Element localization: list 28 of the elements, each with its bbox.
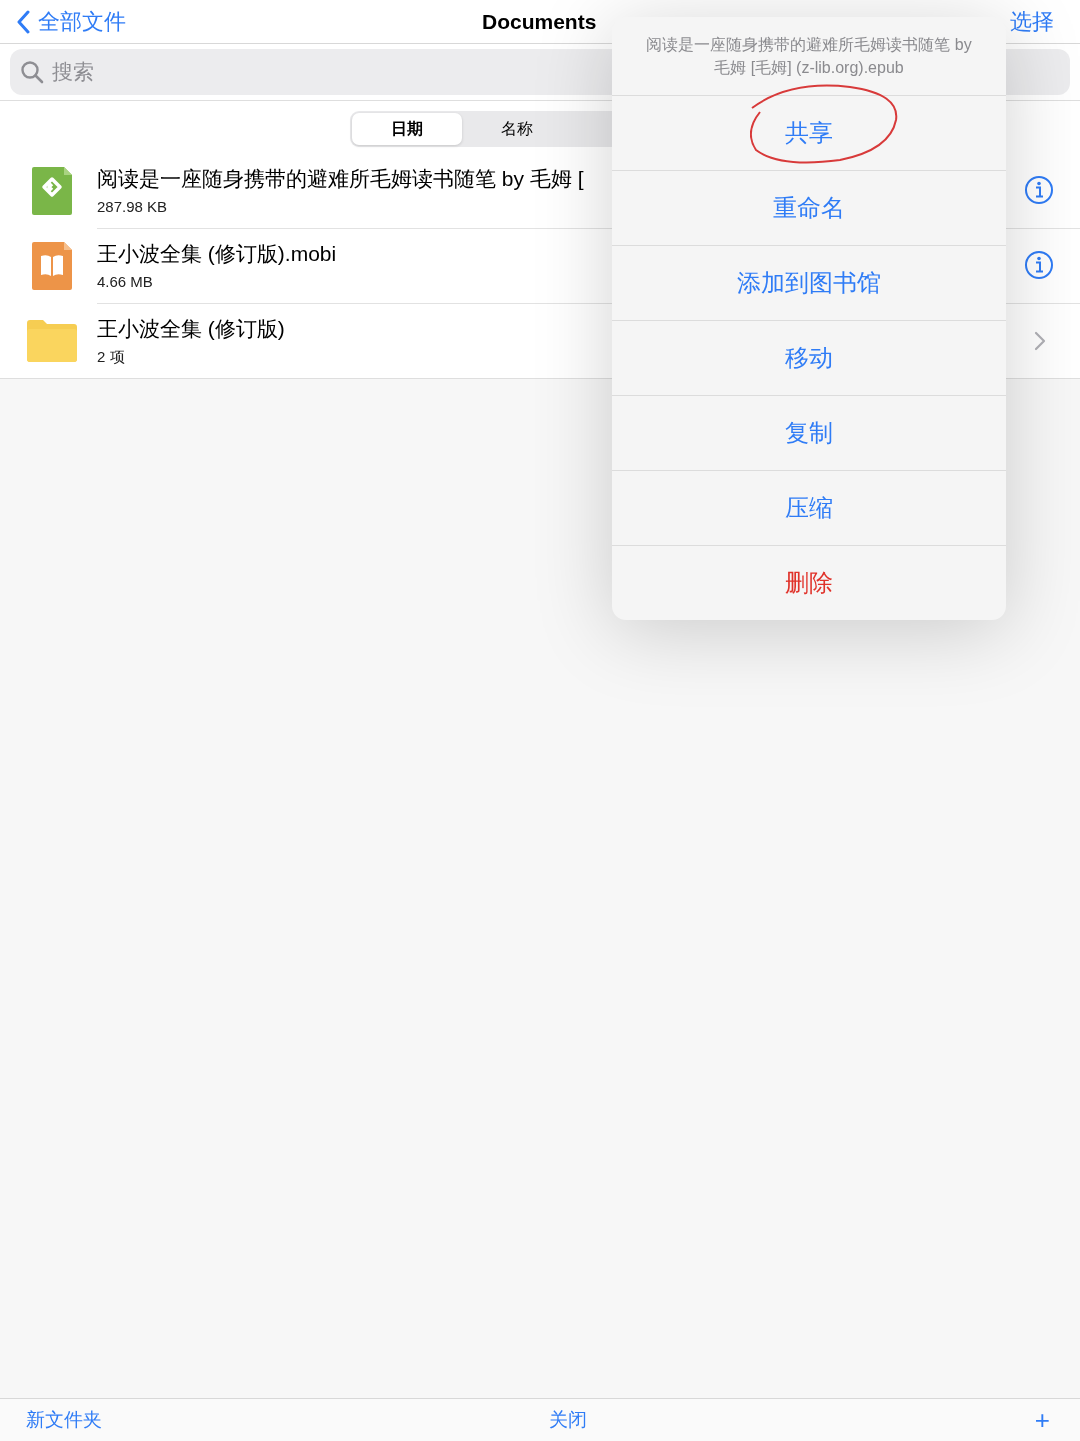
new-folder-button[interactable]: 新文件夹 bbox=[26, 1407, 102, 1433]
chevron-icon bbox=[1034, 330, 1046, 351]
sheet-action[interactable]: 共享 bbox=[777, 113, 841, 153]
sheet-action[interactable]: 压缩 bbox=[777, 488, 841, 528]
epub-file-icon bbox=[31, 166, 72, 215]
folder-icon bbox=[26, 319, 77, 362]
sheet-action[interactable]: 复制 bbox=[777, 413, 841, 453]
window-title: Documents bbox=[482, 10, 597, 34]
file-detail: 4.66 MB bbox=[97, 273, 153, 290]
sheet-action[interactable]: 重命名 bbox=[765, 188, 853, 228]
sort-tab[interactable]: 日期 bbox=[352, 113, 462, 145]
info-icon[interactable] bbox=[1024, 250, 1054, 280]
back-button[interactable]: 全部文件 bbox=[16, 6, 126, 37]
file-detail: 287.98 KB bbox=[97, 198, 168, 215]
book-file-icon bbox=[31, 241, 72, 290]
sheet-action[interactable]: 添加到图书馆 bbox=[729, 263, 889, 303]
file-detail: 2 项 bbox=[97, 347, 125, 367]
info-icon[interactable] bbox=[1024, 175, 1054, 205]
sheet-action[interactable]: 删除 bbox=[777, 563, 841, 603]
add-button[interactable]: + bbox=[1034, 1404, 1050, 1436]
sort-tab[interactable]: 名称 bbox=[462, 113, 572, 145]
file-name: 阅读是一座随身携带的避难所毛姆读书随笔 by 毛姆 [ bbox=[97, 166, 584, 192]
file-name: 王小波全集 (修订版) bbox=[97, 315, 285, 342]
select-button[interactable]: 选择 bbox=[1010, 6, 1054, 37]
sheet-action[interactable]: 移动 bbox=[777, 338, 841, 378]
back-chevron-icon bbox=[16, 9, 30, 34]
close-button[interactable]: 关闭 bbox=[549, 1407, 588, 1433]
file-name: 王小波全集 (修订版).mobi bbox=[97, 241, 337, 267]
